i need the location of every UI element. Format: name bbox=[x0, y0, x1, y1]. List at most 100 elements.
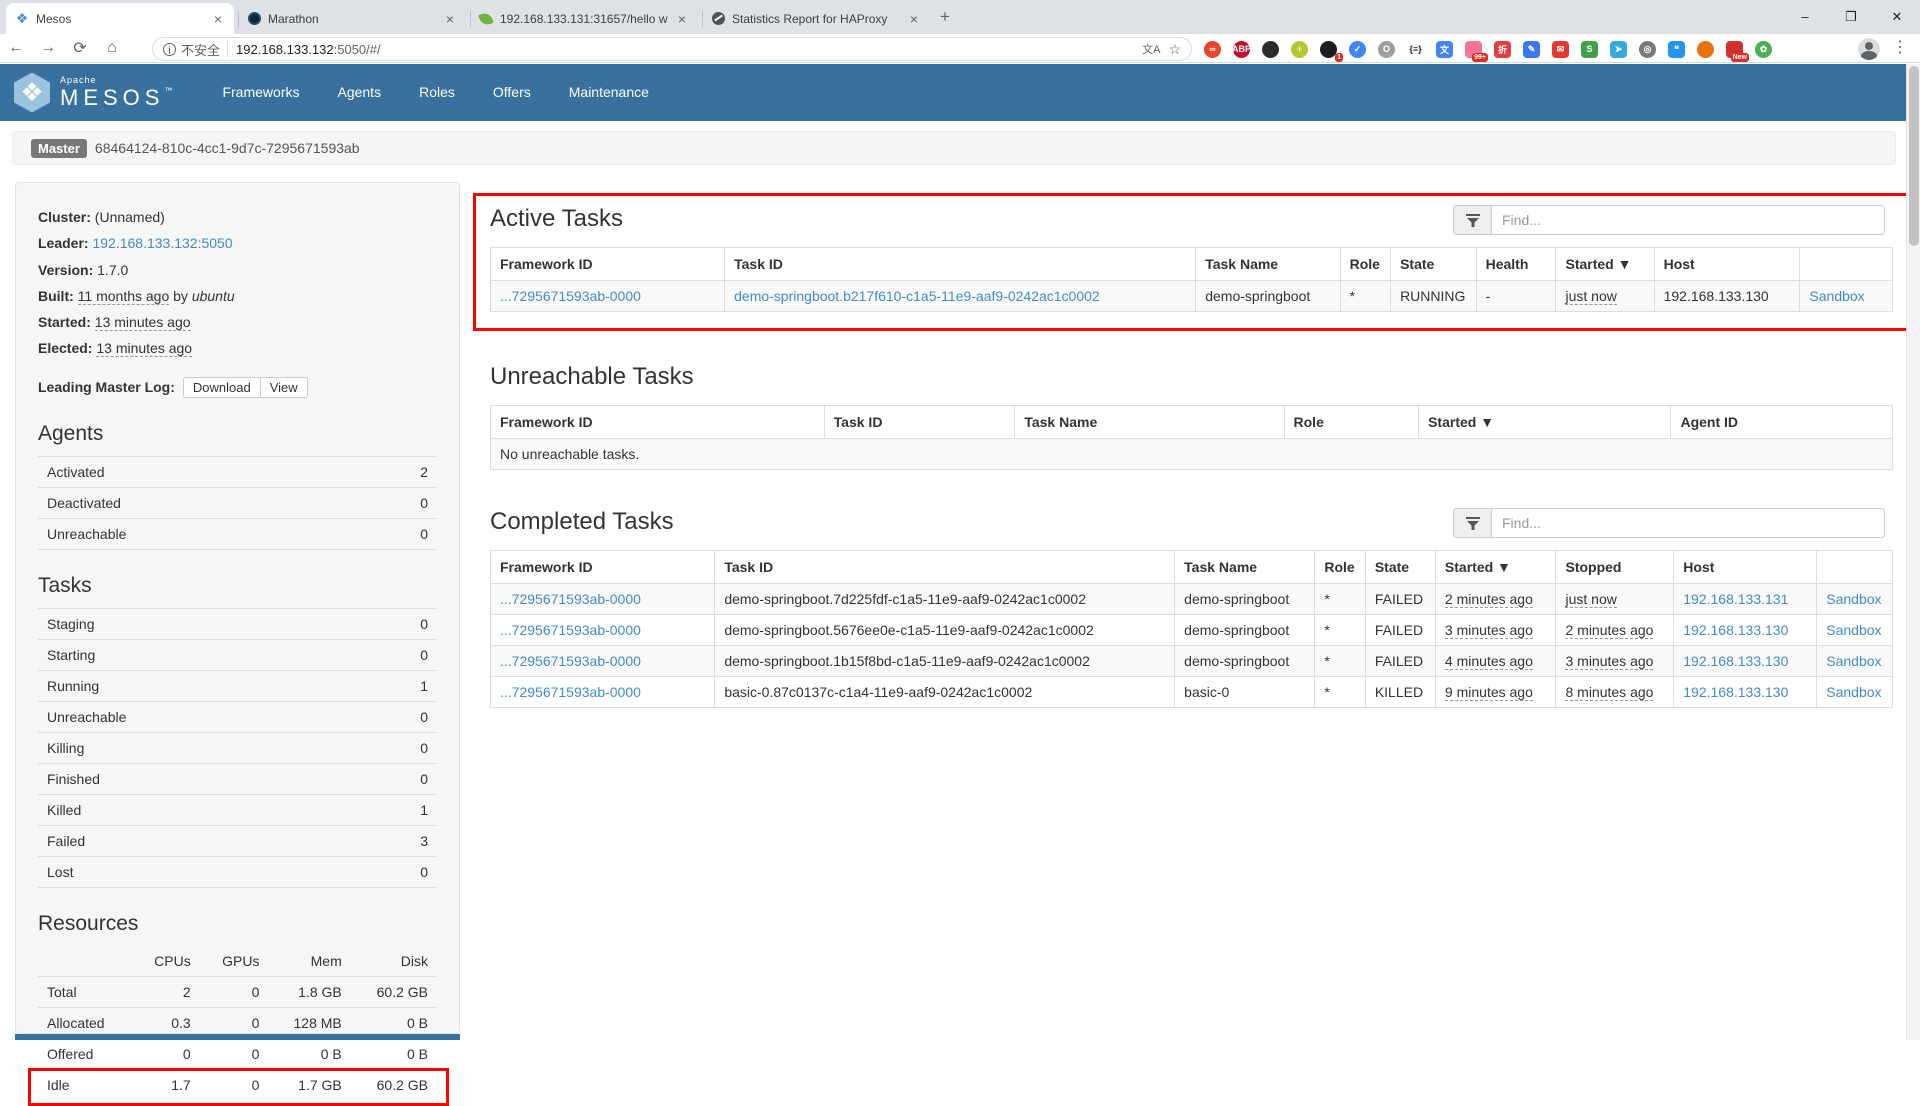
sandbox-value[interactable]: Sandbox bbox=[1809, 288, 1864, 304]
check-extension-icon[interactable]: ✓ bbox=[1349, 41, 1366, 58]
sandbox-value[interactable]: Sandbox bbox=[1826, 591, 1881, 607]
nav-item-maintenance[interactable]: Maintenance bbox=[550, 64, 668, 121]
filter-funnel-icon[interactable] bbox=[1453, 508, 1491, 538]
task_id-cell: demo-springboot.7d225fdf-c1a5-11e9-aaf9-… bbox=[715, 584, 1175, 615]
cat-extension-icon[interactable] bbox=[1262, 41, 1279, 58]
translate-icon[interactable]: 文A bbox=[1142, 41, 1160, 57]
framework_id-value[interactable]: ...7295671593ab-0000 bbox=[500, 622, 641, 638]
blue-plane-icon[interactable]: ➤ bbox=[1610, 41, 1627, 58]
framework_id-value[interactable]: ...7295671593ab-0000 bbox=[500, 591, 641, 607]
task_id-value[interactable]: demo-springboot.b217f610-c1a5-11e9-aaf9-… bbox=[734, 288, 1100, 304]
sidebar-info-line: Elected: 13 minutes ago bbox=[38, 338, 437, 358]
host-value[interactable]: 192.168.133.130 bbox=[1683, 622, 1788, 638]
address-bar[interactable]: i 不安全 192.168.133.132:5050/#/ 文A ☆ bbox=[152, 37, 1192, 61]
translate-extension-icon[interactable]: 文 bbox=[1436, 41, 1453, 58]
sandbox-cell: Sandbox bbox=[1817, 646, 1893, 677]
task-stat-row: Killed1 bbox=[38, 795, 437, 826]
bookmark-star-icon[interactable]: ☆ bbox=[1168, 41, 1181, 58]
host-value[interactable]: 192.168.133.131 bbox=[1683, 591, 1788, 607]
red-new-icon[interactable]: New bbox=[1726, 41, 1743, 58]
framework_id-value[interactable]: ...7295671593ab-0000 bbox=[500, 653, 641, 669]
view-log-button[interactable]: View bbox=[261, 377, 308, 398]
browser-menu-icon[interactable]: ⋮ bbox=[1892, 37, 1908, 57]
info-label: Built: bbox=[38, 288, 74, 304]
back-icon[interactable]: ← bbox=[0, 39, 32, 57]
nav-item-frameworks[interactable]: Frameworks bbox=[203, 64, 318, 121]
column-header: Framework ID bbox=[491, 406, 825, 439]
tab-close-icon[interactable]: × bbox=[442, 11, 458, 27]
green-wheel-icon[interactable]: ✿ bbox=[1755, 41, 1772, 58]
completed-tasks-find-input[interactable] bbox=[1491, 508, 1885, 538]
column-header: Health bbox=[1476, 248, 1556, 281]
green-s-icon[interactable]: S bbox=[1581, 41, 1598, 58]
info-value: 13 minutes ago bbox=[95, 314, 191, 331]
green-sphere-icon[interactable]: + bbox=[1291, 41, 1308, 58]
info-value[interactable]: 192.168.133.132:5050 bbox=[92, 235, 232, 251]
orange-circle-icon[interactable] bbox=[1697, 41, 1714, 58]
pink-99-icon[interactable]: 99+ bbox=[1465, 41, 1482, 58]
sidebar: Cluster: (Unnamed)Leader: 192.168.133.13… bbox=[15, 182, 460, 1034]
home-icon[interactable]: ⌂ bbox=[96, 39, 128, 57]
octocat-extension-icon[interactable]: 1 bbox=[1320, 41, 1337, 58]
table-header-row: Framework IDTask IDTask NameRoleStateHea… bbox=[491, 248, 1893, 281]
resources-row: Total201.8 GB60.2 GB bbox=[38, 976, 437, 1007]
framework_id-value[interactable]: ...7295671593ab-0000 bbox=[500, 684, 641, 700]
maximize-button[interactable]: ❐ bbox=[1828, 0, 1874, 33]
agent-stat-row: Deactivated0 bbox=[38, 488, 437, 519]
nav-item-agents[interactable]: Agents bbox=[318, 64, 400, 121]
tab-close-icon[interactable]: × bbox=[674, 11, 690, 27]
reload-icon[interactable]: ⟳ bbox=[64, 38, 96, 58]
zhe-coupon-icon[interactable]: 折 bbox=[1494, 41, 1511, 58]
task_id-cell: basic-0.87c0137c-c1a4-11e9-aaf9-0242ac1c… bbox=[715, 677, 1175, 708]
nav-item-roles[interactable]: Roles bbox=[400, 64, 474, 121]
active-tasks-filter bbox=[1453, 205, 1885, 235]
nav-item-offers[interactable]: Offers bbox=[474, 64, 550, 121]
browser-tab[interactable]: Marathon× bbox=[238, 3, 466, 34]
host-value[interactable]: 192.168.133.130 bbox=[1683, 653, 1788, 669]
profile-avatar[interactable] bbox=[1858, 38, 1880, 60]
task-stat-label: Killed bbox=[47, 802, 81, 818]
resources-row: Offered000 B0 B bbox=[38, 1038, 437, 1069]
download-log-button[interactable]: Download bbox=[183, 377, 261, 398]
minimize-button[interactable]: – bbox=[1782, 0, 1828, 33]
table-row: ...7295671593ab-0000 demo-springboot.7d22… bbox=[491, 584, 1893, 615]
mesos-brand[interactable]: Apache MESOS™ bbox=[14, 73, 177, 113]
sandbox-cell: Sandbox bbox=[1817, 584, 1893, 615]
browser-tab[interactable]: Statistics Report for HAProxy× bbox=[702, 3, 930, 34]
column-header: Role bbox=[1315, 551, 1365, 584]
red-mail-icon[interactable]: ✉ bbox=[1552, 41, 1569, 58]
tab-close-icon[interactable]: × bbox=[210, 11, 226, 27]
tab-close-icon[interactable]: × bbox=[906, 11, 922, 27]
host-cell: 192.168.133.130 bbox=[1674, 615, 1817, 646]
sandbox-value[interactable]: Sandbox bbox=[1826, 684, 1881, 700]
task_name-value: demo-springboot bbox=[1184, 653, 1289, 669]
info-icon[interactable]: i bbox=[163, 43, 176, 56]
task-stat-label: Killing bbox=[47, 740, 84, 756]
host-cell: 192.168.133.130 bbox=[1674, 677, 1817, 708]
host-value[interactable]: 192.168.133.130 bbox=[1683, 684, 1788, 700]
page-scrollbar[interactable] bbox=[1906, 64, 1920, 1040]
browser-tab[interactable]: 192.168.133.131:31657/hello w× bbox=[470, 3, 698, 34]
forward-icon[interactable]: → bbox=[32, 39, 64, 57]
braces-icon[interactable]: {≡} bbox=[1407, 41, 1424, 58]
task_name-value: demo-springboot bbox=[1205, 288, 1310, 304]
gray-ring-icon[interactable]: ◎ bbox=[1639, 41, 1656, 58]
scrollbar-thumb[interactable] bbox=[1909, 66, 1919, 246]
framework_id-value[interactable]: ...7295671593ab-0000 bbox=[500, 288, 641, 304]
active-tasks-find-input[interactable] bbox=[1491, 205, 1885, 235]
sandbox-value[interactable]: Sandbox bbox=[1826, 653, 1881, 669]
state-cell: FAILED bbox=[1365, 615, 1435, 646]
filter-funnel-icon[interactable] bbox=[1453, 205, 1491, 235]
sandbox-value[interactable]: Sandbox bbox=[1826, 622, 1881, 638]
resources-row-label: Offered bbox=[38, 1038, 132, 1069]
blue-pen-icon[interactable]: ✎ bbox=[1523, 41, 1540, 58]
blue-chat-icon[interactable]: ❝ bbox=[1668, 41, 1685, 58]
infinity-extension-icon[interactable]: ∞ bbox=[1204, 41, 1221, 58]
master-id: 68464124-810c-4cc1-9d7c-7295671593ab bbox=[95, 140, 360, 156]
onetab-icon[interactable]: O bbox=[1378, 41, 1395, 58]
new-tab-button[interactable]: + bbox=[940, 7, 950, 27]
adblock-plus-icon[interactable]: ABP bbox=[1233, 41, 1250, 58]
column-header: Started ▼ bbox=[1419, 406, 1671, 439]
browser-tab[interactable]: ❖Mesos× bbox=[6, 3, 234, 34]
close-button[interactable]: ✕ bbox=[1874, 0, 1920, 33]
